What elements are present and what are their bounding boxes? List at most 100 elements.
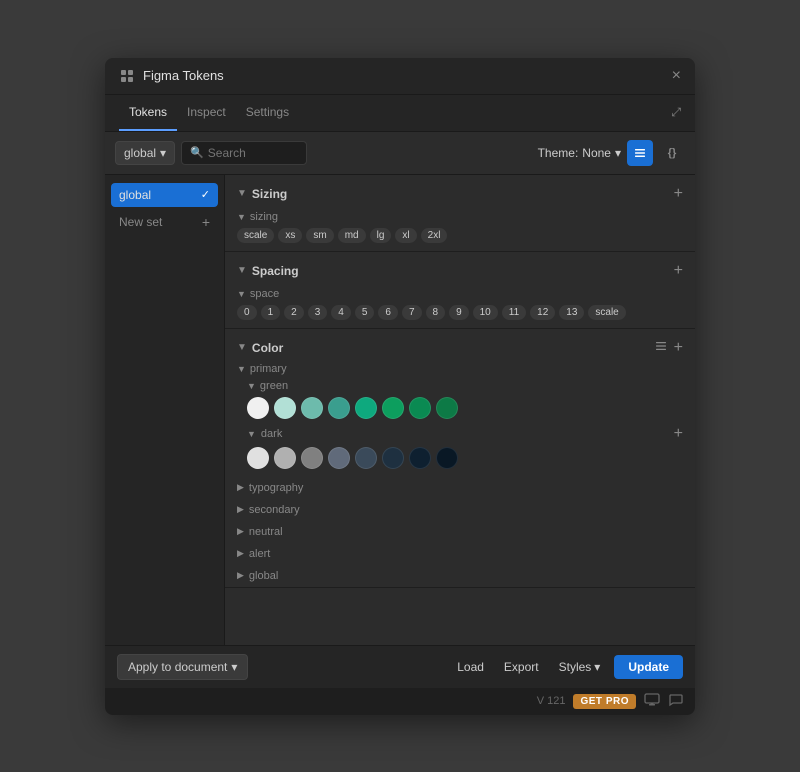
toolbar-right: Theme: None ▾ {} bbox=[538, 140, 685, 166]
tab-tokens[interactable]: Tokens bbox=[119, 95, 177, 131]
dark-header-left: ▼ dark bbox=[247, 428, 282, 440]
space-scale[interactable]: scale bbox=[588, 305, 625, 320]
new-set-plus-icon[interactable]: + bbox=[202, 214, 210, 230]
bottom-actions: Load Export Styles ▾ Update bbox=[451, 655, 683, 679]
space-9[interactable]: 9 bbox=[449, 305, 469, 320]
space-8[interactable]: 8 bbox=[426, 305, 446, 320]
dark-swatch-1[interactable] bbox=[274, 447, 296, 469]
sizing-add-button[interactable]: + bbox=[674, 185, 683, 203]
update-button[interactable]: Update bbox=[614, 655, 683, 679]
alert-collapsed[interactable]: ▶ alert bbox=[225, 543, 695, 565]
sizing-chevron-icon: ▼ bbox=[237, 188, 247, 199]
space-7[interactable]: 7 bbox=[402, 305, 422, 320]
chat-icon[interactable] bbox=[668, 693, 683, 710]
global-color-collapsed[interactable]: ▶ global bbox=[225, 565, 695, 587]
version-bar: V 121 GET PRO bbox=[105, 688, 695, 715]
export-button[interactable]: Export bbox=[498, 656, 545, 678]
window-title: Figma Tokens bbox=[143, 68, 224, 83]
green-swatch-5[interactable] bbox=[382, 397, 404, 419]
version-text: V 121 bbox=[537, 695, 566, 707]
green-swatch-7[interactable] bbox=[436, 397, 458, 419]
tag-2xl[interactable]: 2xl bbox=[421, 228, 448, 243]
new-set-row[interactable]: New set + bbox=[111, 209, 218, 235]
search-input[interactable] bbox=[208, 146, 298, 160]
sidebar-item-global[interactable]: global ✓ bbox=[111, 183, 218, 207]
space-13[interactable]: 13 bbox=[559, 305, 584, 320]
tab-settings[interactable]: Settings bbox=[236, 95, 299, 131]
space-5[interactable]: 5 bbox=[355, 305, 375, 320]
dark-swatch-5[interactable] bbox=[382, 447, 404, 469]
primary-label: ▼ primary bbox=[237, 363, 683, 375]
desktop-icon[interactable] bbox=[644, 693, 660, 710]
color-add-button[interactable]: + bbox=[674, 339, 683, 357]
neutral-chevron-icon: ▶ bbox=[237, 526, 244, 537]
space-10[interactable]: 10 bbox=[473, 305, 498, 320]
green-swatch-0[interactable] bbox=[247, 397, 269, 419]
load-button[interactable]: Load bbox=[451, 656, 490, 678]
space-11[interactable]: 11 bbox=[502, 305, 526, 320]
tag-sm[interactable]: sm bbox=[306, 228, 333, 243]
theme-selector[interactable]: Theme: None ▾ bbox=[538, 146, 621, 160]
search-box[interactable]: 🔍 bbox=[181, 141, 307, 165]
dark-swatch-3[interactable] bbox=[328, 447, 350, 469]
space-6[interactable]: 6 bbox=[378, 305, 398, 320]
color-list-icon[interactable] bbox=[654, 339, 668, 356]
secondary-collapsed[interactable]: ▶ secondary bbox=[225, 499, 695, 521]
space-4[interactable]: 4 bbox=[331, 305, 351, 320]
global-color-chevron-icon: ▶ bbox=[237, 570, 244, 581]
space-12[interactable]: 12 bbox=[530, 305, 555, 320]
dark-swatch-2[interactable] bbox=[301, 447, 323, 469]
space-0[interactable]: 0 bbox=[237, 305, 257, 320]
global-color-label: global bbox=[249, 570, 278, 582]
space-3[interactable]: 3 bbox=[308, 305, 328, 320]
spacing-chevron-icon: ▼ bbox=[237, 265, 247, 276]
green-swatch-3[interactable] bbox=[328, 397, 350, 419]
json-view-button[interactable]: {} bbox=[659, 140, 685, 166]
main-content: global ✓ New set + ▼ Sizing + bbox=[105, 175, 695, 645]
sidebar-global-label: global bbox=[119, 188, 151, 202]
dark-swatch-6[interactable] bbox=[409, 447, 431, 469]
tab-inspect[interactable]: Inspect bbox=[177, 95, 236, 131]
primary-chevron-icon: ▼ bbox=[237, 364, 246, 374]
spacing-section-header[interactable]: ▼ Spacing + bbox=[225, 252, 695, 288]
dark-swatch-0[interactable] bbox=[247, 447, 269, 469]
tag-lg[interactable]: lg bbox=[370, 228, 392, 243]
color-chevron-icon: ▼ bbox=[237, 342, 247, 353]
styles-button[interactable]: Styles ▾ bbox=[553, 656, 607, 678]
apply-to-document-button[interactable]: Apply to document ▾ bbox=[117, 654, 248, 680]
typography-collapsed[interactable]: ▶ typography bbox=[225, 477, 695, 499]
color-primary-group: ▼ primary ▼ green bbox=[225, 363, 695, 477]
dark-swatch-4[interactable] bbox=[355, 447, 377, 469]
tag-md[interactable]: md bbox=[338, 228, 366, 243]
green-swatch-1[interactable] bbox=[274, 397, 296, 419]
dark-chevron-icon: ▼ bbox=[247, 429, 256, 439]
expand-icon[interactable]: ⤢ bbox=[671, 105, 681, 120]
green-label: ▼ green bbox=[247, 380, 683, 392]
neutral-collapsed[interactable]: ▶ neutral bbox=[225, 521, 695, 543]
green-swatch-6[interactable] bbox=[409, 397, 431, 419]
dark-add-button[interactable]: + bbox=[674, 425, 683, 443]
global-label: global bbox=[124, 146, 156, 160]
close-button[interactable]: × bbox=[672, 68, 681, 84]
sizing-title: ▼ Sizing bbox=[237, 187, 287, 201]
dark-swatch-7[interactable] bbox=[436, 447, 458, 469]
spacing-add-button[interactable]: + bbox=[674, 262, 683, 280]
list-view-button[interactable] bbox=[627, 140, 653, 166]
green-swatch-2[interactable] bbox=[301, 397, 323, 419]
get-pro-button[interactable]: GET PRO bbox=[573, 694, 636, 709]
tag-xs[interactable]: xs bbox=[278, 228, 302, 243]
sizing-section-header[interactable]: ▼ Sizing + bbox=[225, 175, 695, 211]
typography-label: typography bbox=[249, 482, 303, 494]
token-panel[interactable]: ▼ Sizing + ▼ sizing scale xs sm md bbox=[225, 175, 695, 645]
dark-label: dark bbox=[261, 428, 282, 440]
space-1[interactable]: 1 bbox=[261, 305, 281, 320]
tag-scale[interactable]: scale bbox=[237, 228, 274, 243]
green-swatch-4[interactable] bbox=[355, 397, 377, 419]
tag-xl[interactable]: xl bbox=[395, 228, 416, 243]
space-2[interactable]: 2 bbox=[284, 305, 304, 320]
theme-label: Theme: bbox=[538, 146, 579, 160]
global-dropdown[interactable]: global ▾ bbox=[115, 141, 175, 165]
sidebar: global ✓ New set + bbox=[105, 175, 225, 645]
secondary-chevron-icon: ▶ bbox=[237, 504, 244, 515]
sizing-section: ▼ Sizing + ▼ sizing scale xs sm md bbox=[225, 175, 695, 252]
